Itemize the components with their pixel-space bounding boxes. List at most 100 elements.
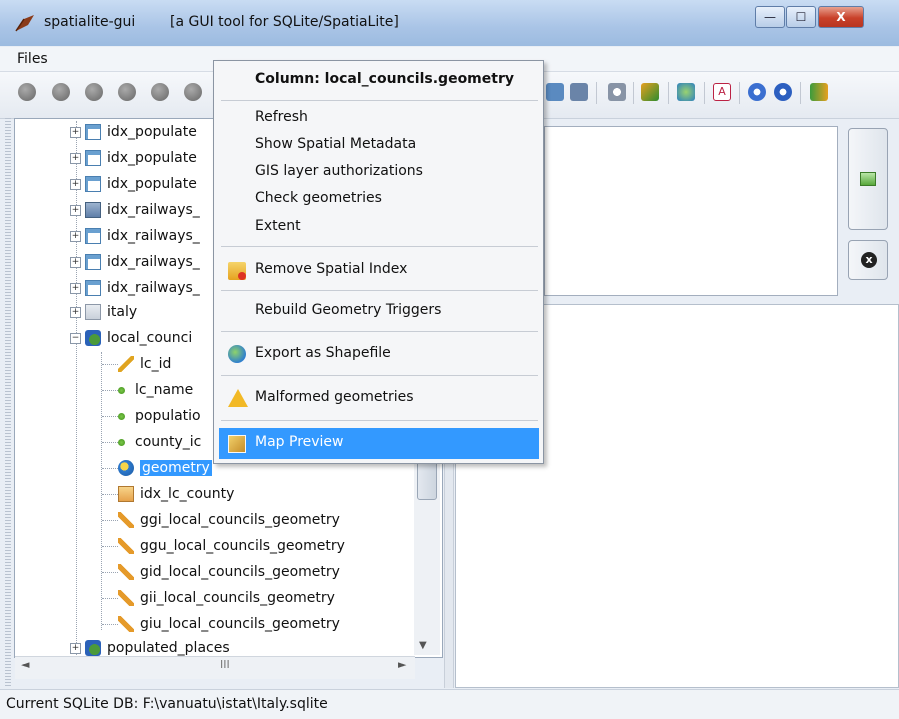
tree-item-label: populated_places bbox=[107, 640, 230, 656]
close-button[interactable]: X bbox=[818, 6, 864, 28]
collapse-icon[interactable]: − bbox=[70, 332, 81, 344]
menu-item-malformed-geometries[interactable]: Malformed geometries bbox=[255, 389, 414, 405]
remove-index-icon bbox=[228, 262, 246, 280]
db-export-icon[interactable] bbox=[184, 83, 202, 101]
scroll-down-arrow-icon[interactable]: ▼ bbox=[419, 640, 427, 651]
menu-separator bbox=[221, 331, 538, 332]
key-icon bbox=[118, 356, 134, 372]
db-create-icon[interactable] bbox=[85, 83, 103, 101]
maximize-button[interactable]: ☐ bbox=[786, 6, 816, 28]
menu-item-check-geometries[interactable]: Check geometries bbox=[255, 190, 382, 206]
tree-item[interactable]: lc_id bbox=[118, 352, 171, 376]
about-icon[interactable] bbox=[774, 83, 792, 101]
tree-item[interactable]: ggi_local_councils_geometry bbox=[118, 508, 340, 532]
tree-item-label: populatio bbox=[135, 408, 201, 424]
menu-item-export-as-shapefile[interactable]: Export as Shapefile bbox=[255, 345, 391, 361]
trigger-icon bbox=[118, 616, 134, 632]
charset-icon[interactable]: A bbox=[713, 83, 731, 101]
dump-shapefile-icon[interactable] bbox=[570, 83, 588, 101]
tree-item[interactable]: lc_name bbox=[114, 378, 193, 402]
table-icon bbox=[85, 124, 101, 140]
menu-item-extent[interactable]: Extent bbox=[255, 218, 301, 234]
crs-icon[interactable] bbox=[608, 83, 626, 101]
expand-icon[interactable]: + bbox=[70, 204, 81, 216]
index-icon bbox=[118, 486, 134, 502]
scroll-right-arrow-icon[interactable]: ► bbox=[398, 658, 406, 671]
exit-icon[interactable] bbox=[810, 83, 828, 101]
virtual-table-icon[interactable] bbox=[641, 83, 659, 101]
menu-files[interactable]: Files bbox=[17, 51, 48, 67]
menu-item-map-preview[interactable]: Map Preview bbox=[255, 434, 344, 450]
network-icon[interactable] bbox=[677, 83, 695, 101]
tree-item[interactable]: + idx_railways_ bbox=[70, 276, 200, 300]
table-icon bbox=[85, 228, 101, 244]
table-icon bbox=[85, 176, 101, 192]
tree-item[interactable]: populatio bbox=[114, 404, 201, 428]
expand-icon[interactable]: + bbox=[70, 642, 81, 654]
execute-arrow-icon bbox=[860, 172, 876, 186]
context-menu-title: Column: local_councils.geometry bbox=[255, 71, 514, 87]
expand-icon[interactable]: + bbox=[70, 126, 81, 138]
gis-table-icon bbox=[85, 640, 101, 656]
tree-item[interactable]: gii_local_councils_geometry bbox=[118, 586, 335, 610]
tree-horizontal-scrollbar[interactable] bbox=[15, 656, 415, 679]
tree-item-selected[interactable]: geometry bbox=[118, 456, 212, 480]
tree-item[interactable]: gid_local_councils_geometry bbox=[118, 560, 340, 584]
tree-item-label: idx_lc_county bbox=[140, 486, 235, 502]
scroll-left-arrow-icon[interactable]: ◄ bbox=[21, 658, 29, 671]
tree-item[interactable]: + italy bbox=[70, 300, 137, 324]
tree-item-label: idx_railways_ bbox=[107, 202, 200, 218]
window-subtitle: [a GUI tool for SQLite/SpatiaLite] bbox=[170, 14, 399, 30]
column-dot-icon bbox=[118, 438, 125, 446]
table-icon bbox=[85, 150, 101, 166]
tree-item[interactable]: + idx_railways_ bbox=[70, 224, 200, 248]
tree-item[interactable]: idx_lc_county bbox=[118, 482, 234, 506]
scroll-thumb-grip[interactable]: III bbox=[220, 658, 230, 671]
tree-item-label: local_counci bbox=[107, 330, 193, 346]
tree-item[interactable]: + idx_populate bbox=[70, 120, 197, 144]
tree-item[interactable]: + idx_railways_ bbox=[70, 198, 200, 222]
sql-query-input[interactable] bbox=[544, 126, 838, 296]
expand-icon[interactable]: + bbox=[70, 152, 81, 164]
load-shapefile-icon[interactable] bbox=[546, 83, 564, 101]
expand-icon[interactable]: + bbox=[70, 256, 81, 268]
connect-icon[interactable] bbox=[18, 83, 36, 101]
minimize-button[interactable]: — bbox=[755, 6, 785, 28]
tree-item-label: idx_railways_ bbox=[107, 280, 200, 296]
tree-item-label: giu_local_councils_geometry bbox=[140, 616, 340, 632]
tree-item[interactable]: ggu_local_councils_geometry bbox=[118, 534, 345, 558]
table-icon bbox=[85, 280, 101, 296]
tree-item-label: ggu_local_councils_geometry bbox=[140, 538, 345, 554]
db-save-icon[interactable] bbox=[151, 83, 169, 101]
expand-icon[interactable]: + bbox=[70, 306, 81, 318]
tree-item[interactable]: county_ic bbox=[114, 430, 201, 454]
clear-x-icon: x bbox=[861, 252, 877, 268]
tree-item-label: ggi_local_councils_geometry bbox=[140, 512, 340, 528]
tree-item[interactable]: + idx_populate bbox=[70, 146, 197, 170]
menu-item-remove-spatial-index[interactable]: Remove Spatial Index bbox=[255, 261, 407, 277]
panel-grip[interactable] bbox=[5, 118, 11, 688]
menu-separator bbox=[221, 290, 538, 291]
tree-item-label: idx_populate bbox=[107, 176, 197, 192]
tree-item[interactable]: + idx_railways_ bbox=[70, 250, 200, 274]
menu-item-gis-layer-authorizations[interactable]: GIS layer authorizations bbox=[255, 163, 423, 179]
tree-item[interactable]: giu_local_councils_geometry bbox=[118, 612, 340, 636]
tree-item-label: lc_id bbox=[140, 356, 172, 372]
tree-item[interactable]: − local_counci bbox=[70, 326, 192, 350]
expand-icon[interactable]: + bbox=[70, 230, 81, 242]
expand-icon[interactable]: + bbox=[70, 178, 81, 190]
help-icon[interactable] bbox=[748, 83, 766, 101]
tree-item-label: idx_railways_ bbox=[107, 254, 200, 270]
menu-item-rebuild-geometry-triggers[interactable]: Rebuild Geometry Triggers bbox=[255, 302, 441, 318]
tree-item[interactable]: + idx_populate bbox=[70, 172, 197, 196]
gis-table-icon bbox=[85, 330, 101, 346]
menu-item-refresh[interactable]: Refresh bbox=[255, 109, 308, 125]
app-feather-icon bbox=[14, 13, 36, 33]
db-disconnect-icon[interactable] bbox=[52, 83, 70, 101]
menu-item-show-spatial-metadata[interactable]: Show Spatial Metadata bbox=[255, 136, 416, 152]
db-memory-icon[interactable] bbox=[118, 83, 136, 101]
expand-icon[interactable]: + bbox=[70, 282, 81, 294]
tree-item-label: gii_local_councils_geometry bbox=[140, 590, 335, 606]
trigger-icon bbox=[118, 590, 134, 606]
trigger-icon bbox=[118, 538, 134, 554]
